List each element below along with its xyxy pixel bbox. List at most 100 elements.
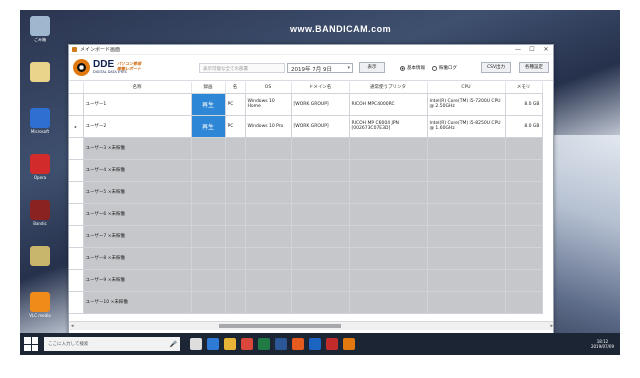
header-cpu[interactable]: CPU <box>427 82 506 94</box>
chevron-down-icon[interactable]: ▾ <box>347 65 350 71</box>
chrome-icon[interactable] <box>241 338 253 350</box>
title-bar: メインボード画面 — ☐ ✕ <box>69 45 553 55</box>
shortcut-icon <box>30 154 50 174</box>
header-record[interactable]: 録画 <box>191 82 226 94</box>
memory-cell: 8.0 GB <box>505 93 543 116</box>
desktop-shortcut[interactable]: Opera <box>22 154 58 180</box>
cpu-cell <box>427 203 506 226</box>
user-name-cell: ユーザー2 <box>83 115 192 138</box>
firefox-icon[interactable] <box>292 338 304 350</box>
row-selector <box>69 291 84 314</box>
play-record-button[interactable]: 再生 <box>191 115 226 138</box>
close-button[interactable]: ✕ <box>539 45 553 55</box>
memory-cell <box>505 137 543 160</box>
shortcut-label: Microsoft <box>30 129 50 134</box>
table-row[interactable]: ユーザー5 ×未稼働 <box>69 181 543 204</box>
date-picker[interactable]: 2019年 7月 9日 ▾ <box>287 63 353 73</box>
clock[interactable]: 18:12 2019/07/09 <box>591 339 614 349</box>
table-row[interactable]: ユーザー4 ×未稼働 <box>69 159 543 182</box>
radio-operation-log[interactable]: 稼働ログ <box>432 65 457 71</box>
scroll-right-icon[interactable]: ▸ <box>550 322 553 330</box>
table-row[interactable]: ユーザー3 ×未稼働 <box>69 137 543 160</box>
printer-cell <box>349 137 428 160</box>
windows-start-icon[interactable] <box>24 337 38 351</box>
domain-cell: [WORK GROUP] <box>291 93 350 116</box>
printer-cell <box>349 181 428 204</box>
scroll-left-icon[interactable]: ◂ <box>71 322 74 330</box>
header-memory[interactable]: メモリ <box>505 82 543 94</box>
microphone-icon[interactable]: 🎤 <box>170 341 177 348</box>
memory-cell <box>505 247 543 270</box>
toolbar: DDE DIGITAL DATA EYES パソコン管理 稼働レポート 表示可能… <box>69 55 553 81</box>
desktop-icons: ごみ箱 Microsoft Opera Bandic VLC media <box>20 10 60 345</box>
pc-cell <box>225 137 246 160</box>
task-view-icon[interactable] <box>190 338 202 350</box>
table-row[interactable]: ユーザー9 ×未稼働 <box>69 269 543 292</box>
horizontal-scrollbar[interactable]: ◂ ▸ <box>69 321 553 330</box>
taskbar-search-box[interactable]: ここに入力して検索 🎤 <box>44 337 180 351</box>
outlook-icon[interactable] <box>309 338 321 350</box>
settings-button[interactable]: 各種設定 <box>519 62 549 73</box>
desktop-shortcut[interactable]: Microsoft <box>22 108 58 134</box>
table-row[interactable]: ▸ ユーザー2 再生 PC Windows 10 Pro [WORK GROUP] RICO… <box>69 115 543 138</box>
user-name-cell: ユーザー9 ×未稼働 <box>83 269 192 292</box>
record-cell <box>191 137 226 160</box>
shortcut-label: Opera <box>33 175 47 180</box>
os-cell: Windows 10 Pro <box>245 115 292 138</box>
word-icon[interactable] <box>275 338 287 350</box>
desktop-shortcut[interactable]: ごみ箱 <box>22 16 58 42</box>
os-cell <box>245 159 292 182</box>
table-row[interactable]: ユーザー1 再生 PC Windows 10 Home [WORK GROUP] RICO… <box>69 93 543 116</box>
header-pc[interactable]: 名 <box>225 82 246 94</box>
header-name[interactable]: 名称 <box>83 82 192 94</box>
pc-cell <box>225 291 246 314</box>
excel-icon[interactable] <box>258 338 270 350</box>
pc-cell <box>225 269 246 292</box>
memory-cell: 8.0 GB <box>505 115 543 138</box>
row-selector <box>69 93 84 116</box>
cpu-cell: Intel(R) Core(TM) i5-7200U CPU @ 2.50GHz <box>427 93 506 116</box>
department-select[interactable]: 表示可能な全ての部署 <box>199 63 285 73</box>
header-os[interactable]: OS <box>245 82 292 94</box>
table-row[interactable]: ユーザー7 ×未稼働 <box>69 225 543 248</box>
pc-cell <box>225 181 246 204</box>
row-selector: ▸ <box>69 115 84 138</box>
record-cell <box>191 269 226 292</box>
memory-cell <box>505 159 543 182</box>
domain-cell <box>291 247 350 270</box>
desktop-shortcut[interactable]: Bandic <box>22 200 58 226</box>
table-row[interactable]: ユーザー10 ×未稼働 <box>69 291 543 314</box>
radio-basic-label: 基本情報 <box>407 66 425 71</box>
radio-log-label: 稼働ログ <box>439 66 457 71</box>
pc-cell <box>225 203 246 226</box>
os-cell <box>245 181 292 204</box>
table-row[interactable]: ユーザー8 ×未稼働 <box>69 247 543 270</box>
record-cell <box>191 225 226 248</box>
memory-cell <box>505 181 543 204</box>
header-printer[interactable]: 通常使うプリンタ <box>349 82 428 94</box>
explorer-icon[interactable] <box>224 338 236 350</box>
logo-name: DDE <box>93 59 115 70</box>
header-domain[interactable]: ドメイン名 <box>291 82 350 94</box>
dde-icon[interactable] <box>343 338 355 350</box>
table-row[interactable]: ユーザー6 ×未稼働 <box>69 203 543 226</box>
bandicam-icon[interactable] <box>326 338 338 350</box>
taskbar: ここに入力して検索 🎤 18:12 2019/07/09 <box>20 333 620 355</box>
csv-export-button[interactable]: CSV出力 <box>481 62 511 73</box>
play-record-button[interactable]: 再生 <box>191 93 226 116</box>
maximize-button[interactable]: ☐ <box>525 45 539 55</box>
desktop-shortcut[interactable] <box>22 62 58 83</box>
date-value: 2019年 7月 9日 <box>291 67 332 73</box>
printer-cell <box>349 225 428 248</box>
minimize-button[interactable]: — <box>511 45 525 55</box>
desktop-shortcut[interactable]: VLC media <box>22 292 58 318</box>
desktop-shortcut[interactable] <box>22 246 58 267</box>
edge-icon[interactable] <box>207 338 219 350</box>
printer-cell <box>349 247 428 270</box>
pc-cell: PC <box>225 115 246 138</box>
row-selector <box>69 203 84 226</box>
row-selector <box>69 269 84 292</box>
show-button[interactable]: 表示 <box>359 62 385 73</box>
scroll-thumb[interactable] <box>219 324 341 328</box>
radio-basic-info[interactable]: 基本情報 <box>400 65 425 71</box>
